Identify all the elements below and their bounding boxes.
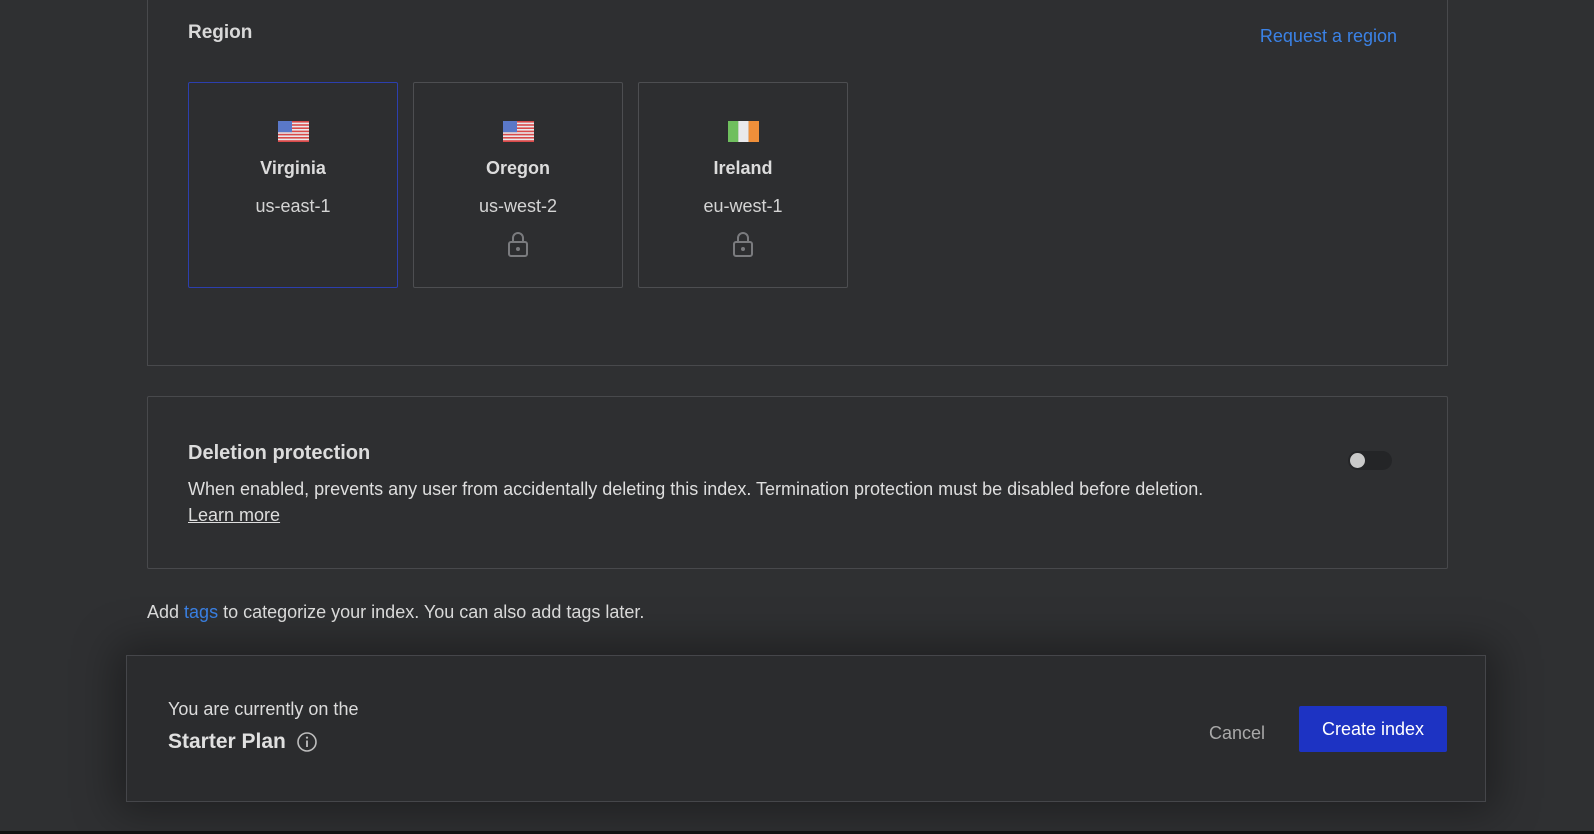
info-icon[interactable] — [296, 731, 318, 753]
deletion-protection-title: Deletion protection — [188, 442, 371, 464]
region-tiles: Virginia us-east-1 Oregon us-west-2 Irel… — [188, 82, 848, 288]
lock-icon — [733, 232, 753, 257]
tags-hint: Add tags to categorize your index. You c… — [147, 602, 644, 623]
create-index-button[interactable]: Create index — [1299, 706, 1447, 752]
region-tile-ireland[interactable]: Ireland eu-west-1 — [638, 82, 848, 288]
learn-more-link[interactable]: Learn more — [188, 505, 280, 526]
region-tile-oregon[interactable]: Oregon us-west-2 — [413, 82, 623, 288]
region-name: Oregon — [485, 158, 550, 178]
ireland-flag-icon — [727, 121, 759, 142]
plan-name: Starter Plan — [168, 730, 286, 753]
region-code: us-east-1 — [255, 196, 331, 216]
us-flag-icon — [502, 121, 534, 142]
lock-icon — [508, 232, 528, 257]
request-region-link[interactable]: Request a region — [1260, 26, 1397, 47]
region-name: Virginia — [260, 158, 326, 178]
create-index-page: Region Request a region Virginia us-east… — [0, 0, 1594, 834]
plan-row: Starter Plan — [168, 730, 318, 754]
toggle-knob — [1350, 453, 1365, 468]
cancel-button[interactable]: Cancel — [1199, 715, 1275, 752]
region-title: Region — [188, 22, 253, 43]
us-flag-icon — [277, 121, 309, 142]
region-code: eu-west-1 — [703, 196, 783, 216]
footer-action-bar: You are currently on the Starter Plan Ca… — [126, 655, 1486, 802]
deletion-protection-description: When enabled, prevents any user from acc… — [188, 479, 1204, 499]
tags-prefix: Add — [147, 602, 180, 622]
deletion-protection-section: Deletion protection When enabled, preven… — [147, 396, 1448, 569]
plan-prefix: You are currently on the — [168, 699, 359, 719]
region-code: us-west-2 — [478, 196, 558, 216]
region-tile-virginia[interactable]: Virginia us-east-1 — [188, 82, 398, 288]
tags-suffix: to categorize your index. You can also a… — [223, 602, 645, 622]
region-name: Ireland — [713, 158, 773, 178]
tags-link[interactable]: tags — [184, 602, 218, 622]
deletion-protection-toggle[interactable] — [1348, 451, 1392, 470]
region-section: Region Request a region Virginia us-east… — [147, 0, 1448, 366]
